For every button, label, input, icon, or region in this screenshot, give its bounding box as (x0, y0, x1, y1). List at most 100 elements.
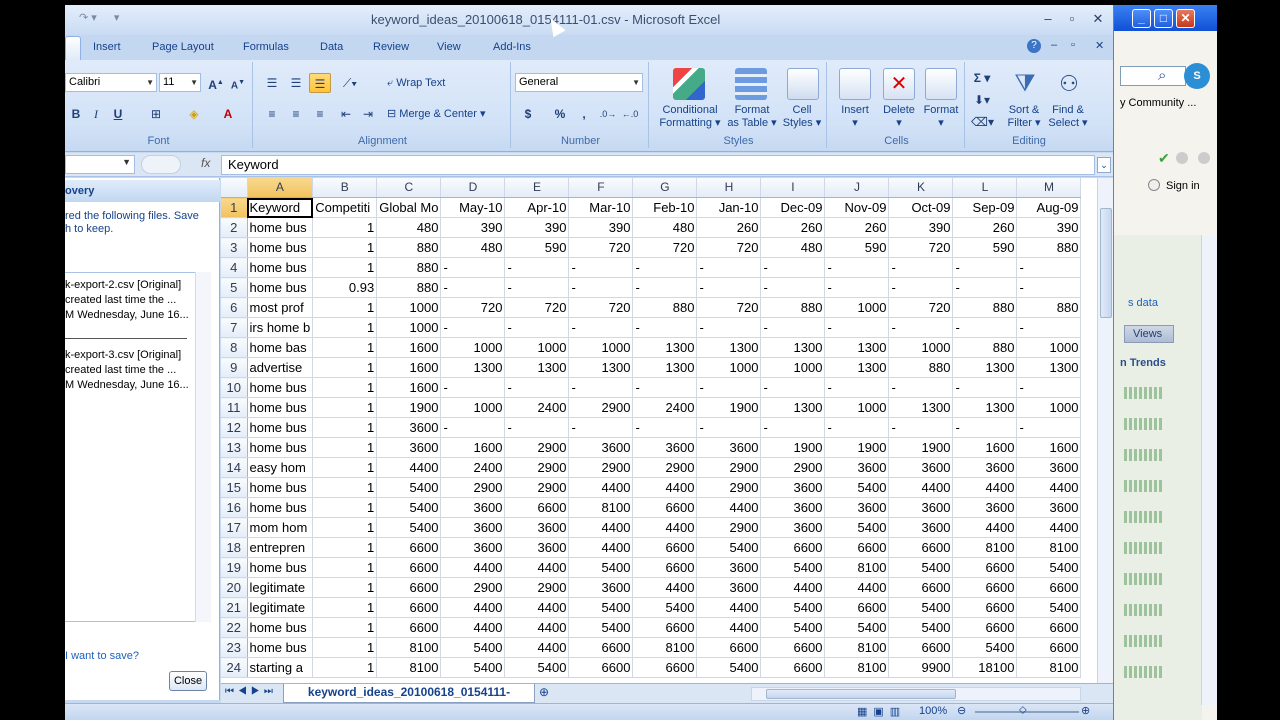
cell[interactable]: 5400 (888, 557, 954, 578)
clear-icon[interactable]: ⌫▾ (971, 112, 994, 132)
cell[interactable]: Dec-09 (760, 197, 826, 218)
cell[interactable]: 390 (568, 217, 634, 238)
wrap-text-button[interactable]: ⤶ Wrap Text (387, 77, 445, 90)
cell[interactable]: 5400 (568, 617, 634, 638)
cell[interactable]: 1900 (760, 437, 826, 458)
cell[interactable]: 3600 (440, 517, 506, 538)
cell[interactable]: 1600 (440, 437, 506, 458)
increase-indent-icon[interactable]: ⇥ (357, 104, 379, 124)
row-header[interactable]: 1 (221, 197, 248, 218)
tab-data[interactable]: Data (320, 41, 343, 53)
workbook-restore-icon[interactable]: ▫ (1071, 39, 1075, 51)
grow-font-button[interactable]: A▲ (205, 73, 227, 93)
cell[interactable]: 8100 (376, 657, 442, 678)
cell[interactable]: 260 (696, 217, 762, 238)
cell[interactable]: 6600 (952, 597, 1018, 618)
spreadsheet-grid[interactable]: A B C D E F G H I J K L M 1 Keyword Competiti Global Mo M… (221, 178, 1097, 683)
cell[interactable]: home bus (247, 217, 314, 238)
cell[interactable]: 3600 (824, 497, 890, 518)
cell[interactable]: 260 (952, 217, 1018, 238)
cell[interactable]: 1000 (440, 397, 506, 418)
row-header[interactable]: 12 (221, 417, 248, 438)
cell[interactable]: 3600 (504, 537, 570, 558)
cell[interactable]: 4400 (952, 477, 1018, 498)
tab-formulas[interactable]: Formulas (243, 41, 289, 53)
cell[interactable]: - (1016, 377, 1082, 398)
cell[interactable]: - (568, 417, 634, 438)
cell[interactable]: 3600 (568, 577, 634, 598)
cell[interactable]: 8100 (824, 557, 890, 578)
cell[interactable]: 4400 (440, 617, 506, 638)
cell[interactable]: - (824, 277, 890, 298)
cell[interactable]: - (952, 257, 1018, 278)
cell[interactable]: 590 (952, 237, 1018, 258)
cell[interactable]: 2900 (696, 477, 762, 498)
cell[interactable]: Oct-09 (888, 197, 954, 218)
cell[interactable]: 3600 (888, 457, 954, 478)
cell[interactable]: home bus (247, 397, 314, 418)
cell[interactable]: 3600 (376, 437, 442, 458)
cell[interactable]: 2900 (568, 457, 634, 478)
cell[interactable]: - (504, 277, 570, 298)
cell[interactable]: 4400 (1016, 517, 1082, 538)
cell[interactable]: 6600 (504, 497, 570, 518)
zoom-slider-handle[interactable]: ⬦ (1019, 704, 1027, 717)
column-header-d[interactable]: D (440, 178, 506, 198)
cell[interactable]: 1 (312, 257, 378, 278)
cell[interactable]: 1600 (376, 357, 442, 378)
recovery-file-2-name[interactable]: k-export-3.csv [Original] (65, 349, 181, 361)
column-header-b[interactable]: B (312, 178, 378, 198)
align-middle-icon[interactable]: ☰ (285, 73, 307, 93)
cell[interactable]: legitimate (247, 577, 314, 598)
font-color-icon[interactable]: A (217, 104, 239, 124)
format-as-table-button[interactable]: Format as Table ▾ (721, 104, 783, 130)
cell[interactable]: 6600 (376, 597, 442, 618)
cell[interactable]: - (760, 257, 826, 278)
cell[interactable]: 6600 (632, 537, 698, 558)
cell[interactable]: 3600 (760, 477, 826, 498)
cell[interactable]: 1300 (952, 397, 1018, 418)
cell[interactable]: home bus (247, 377, 314, 398)
cell[interactable]: 8100 (1016, 657, 1082, 678)
format-cells-icon[interactable] (925, 68, 957, 100)
cell[interactable]: 1000 (760, 357, 826, 378)
column-header-j[interactable]: J (824, 178, 890, 198)
row-header[interactable]: 8 (221, 337, 248, 358)
cell[interactable]: 1300 (696, 337, 762, 358)
cell[interactable]: Feb-10 (632, 197, 698, 218)
cell[interactable]: 3600 (888, 497, 954, 518)
cell[interactable]: 4400 (888, 477, 954, 498)
name-box[interactable]: ▼ (65, 155, 135, 174)
cell[interactable]: home bus (247, 237, 314, 258)
row-header[interactable]: 18 (221, 537, 248, 558)
cell[interactable]: 1300 (1016, 357, 1082, 378)
cell[interactable]: - (760, 377, 826, 398)
delete-cells-icon[interactable]: ✕ (883, 68, 915, 100)
cell[interactable]: - (440, 377, 506, 398)
cell[interactable]: 1000 (824, 397, 890, 418)
cell[interactable]: 5400 (952, 637, 1018, 658)
scroll-thumb[interactable] (1100, 208, 1112, 318)
cell[interactable]: - (760, 317, 826, 338)
cell[interactable]: Global Mo (376, 197, 442, 218)
row-header[interactable]: 16 (221, 497, 248, 518)
cell[interactable]: 6600 (888, 637, 954, 658)
tab-insert[interactable]: Insert (93, 41, 121, 53)
cell[interactable]: 4400 (440, 597, 506, 618)
row-header[interactable]: 10 (221, 377, 248, 398)
cell[interactable]: 1600 (376, 337, 442, 358)
cell[interactable]: 880 (376, 237, 442, 258)
row-header[interactable]: 9 (221, 357, 248, 378)
cell[interactable]: - (632, 277, 698, 298)
skype-icon[interactable]: S (1184, 63, 1210, 89)
cell[interactable]: 0.93 (312, 277, 378, 298)
cell[interactable]: 3600 (440, 497, 506, 518)
cell[interactable]: - (888, 377, 954, 398)
column-header-m[interactable]: M (1016, 178, 1082, 198)
cell[interactable]: 3600 (1016, 497, 1082, 518)
close-icon[interactable]: ✕ (1087, 11, 1109, 27)
cell[interactable]: Mar-10 (568, 197, 634, 218)
horizontal-scrollbar[interactable] (751, 687, 1081, 701)
select-all-corner[interactable] (221, 178, 248, 198)
cell[interactable]: 6600 (1016, 637, 1082, 658)
